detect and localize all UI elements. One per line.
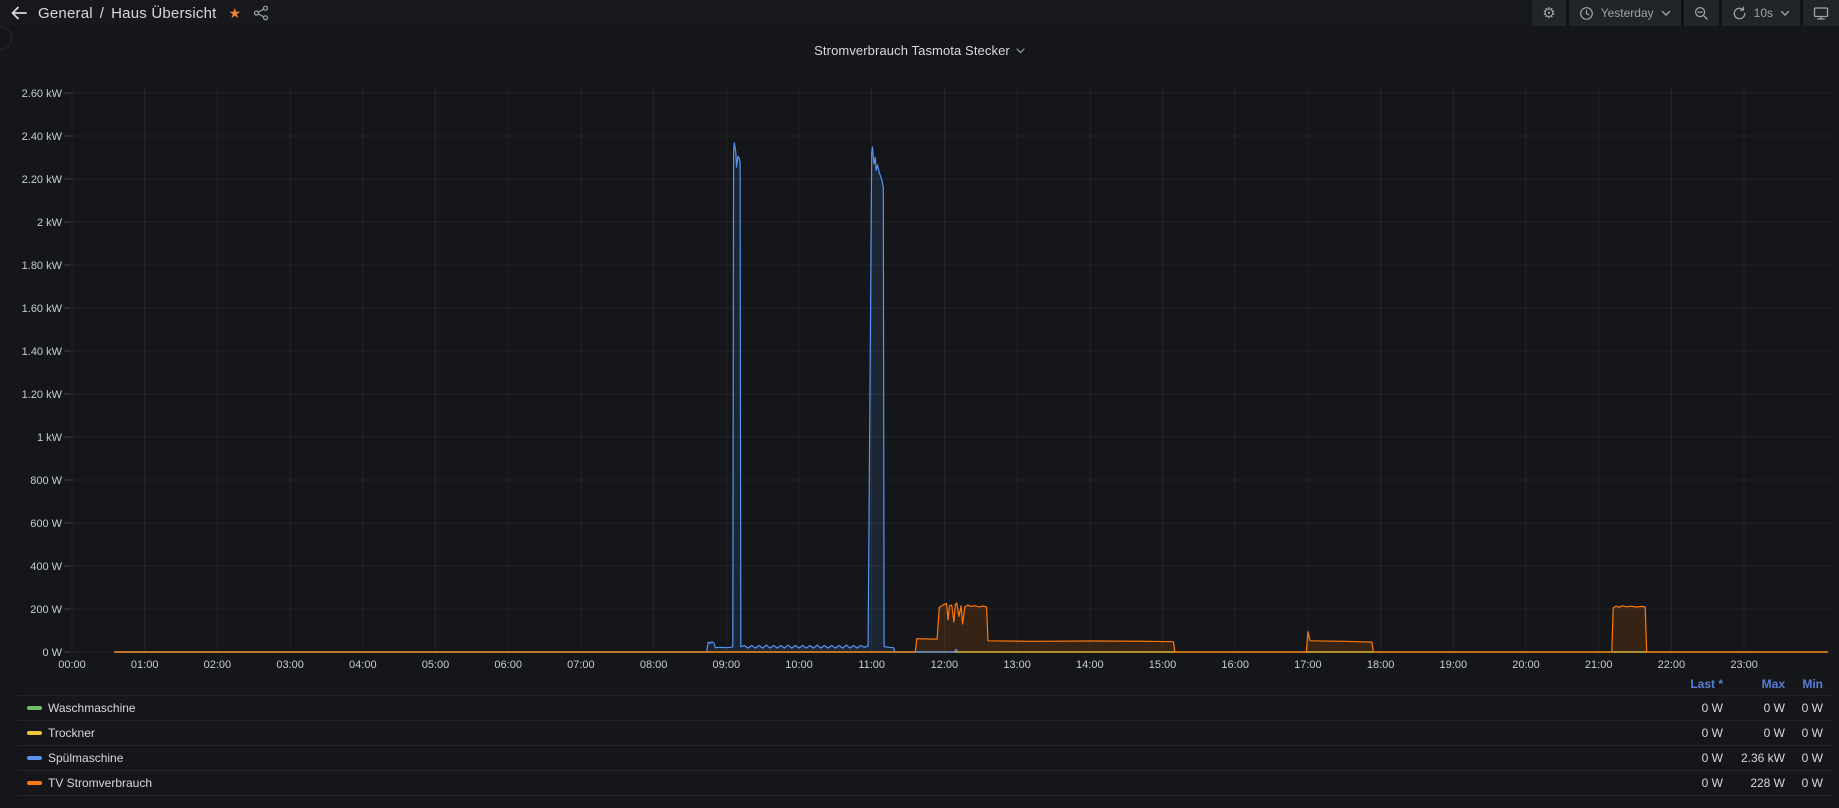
y-axis-tick-label: 1.20 kW [22,389,63,401]
legend-separator [18,795,1832,796]
x-axis-tick-label: 16:00 [1221,659,1249,671]
y-axis-tick-label: 2.20 kW [22,174,63,186]
legend-header-row: Last * Max Min [0,677,1839,693]
y-axis-tick-label: 2.40 kW [22,131,63,143]
legend-row-spuelmaschine: Spülmaschine 0 W 2.36 kW 0 W [0,746,1839,770]
x-axis-tick-label: 10:00 [785,659,813,671]
series-area-TV Stromverbrauch [114,603,1828,652]
x-axis-tick-label: 03:00 [276,659,304,671]
y-axis-tick-label: 600 W [30,518,62,530]
y-axis-tick-label: 0 W [42,647,62,659]
series-color-swatch[interactable] [27,706,42,710]
x-axis-tick-label: 09:00 [713,659,741,671]
x-axis-tick-label: 12:00 [931,659,959,671]
x-axis-tick-label: 01:00 [131,659,159,671]
x-axis-tick-label: 19:00 [1440,659,1468,671]
x-axis-tick-label: 22:00 [1658,659,1686,671]
x-axis-tick-label: 17:00 [1294,659,1322,671]
legend-header-min[interactable]: Min [1763,677,1823,691]
x-axis-tick-label: 18:00 [1367,659,1395,671]
y-axis-tick-label: 2 kW [37,217,63,229]
time-series-chart[interactable]: 00:00 01:00 02:00 03:00 04:00 05:00 06:00 07:00… [0,0,1839,676]
series-color-swatch[interactable] [27,781,42,785]
series-color-swatch[interactable] [27,731,42,735]
series-min-value: 0 W [1801,751,1823,765]
x-axis-tick-label: 21:00 [1585,659,1613,671]
x-axis-tick-label: 06:00 [494,659,522,671]
y-axis-tick-label: 400 W [30,561,62,573]
x-axis-tick-label: 14:00 [1076,659,1104,671]
series-area-Spülmaschine [114,142,959,652]
series-min-value: 0 W [1801,726,1823,740]
y-axis-tick-label: 200 W [30,604,62,616]
y-axis-tick-label: 1.60 kW [22,303,63,315]
series-min-value: 0 W [1801,701,1823,715]
series-name[interactable]: Trockner [48,726,95,740]
legend-row-waschmaschine: Waschmaschine 0 W 0 W 0 W [0,696,1839,720]
y-axis-tick-label: 1.40 kW [22,346,63,358]
x-axis-tick-label: 15:00 [1149,659,1177,671]
legend-row-trockner: Trockner 0 W 0 W 0 W [0,721,1839,745]
y-axis-tick-label: 1.80 kW [22,260,63,272]
x-axis-tick-label: 13:00 [1003,659,1031,671]
y-axis-tick-label: 1 kW [37,432,63,444]
series-line-Spülmaschine [114,142,959,653]
x-axis-tick-label: 11:00 [858,659,885,671]
x-axis-tick-label: 05:00 [422,659,450,671]
x-axis-tick-label: 00:00 [58,659,86,671]
series-name[interactable]: TV Stromverbrauch [48,776,152,790]
x-axis-tick-label: 07:00 [567,659,595,671]
x-axis-tick-label: 02:00 [204,659,232,671]
legend-row-tv-stromverbrauch: TV Stromverbrauch 0 W 228 W 0 W [0,771,1839,795]
grafana-dashboard: General / Haus Übersicht ★ ⚙ Yesterday 1… [0,0,1839,808]
series-name[interactable]: Spülmaschine [48,751,123,765]
y-axis-tick-label: 2.60 kW [22,88,63,100]
y-axis-tick-label: 800 W [30,475,62,487]
x-axis-tick-label: 04:00 [349,659,377,671]
x-axis-tick-label: 08:00 [640,659,668,671]
x-axis-tick-label: 20:00 [1512,659,1540,671]
series-min-value: 0 W [1801,776,1823,790]
series-color-swatch[interactable] [27,756,42,760]
x-axis-tick-label: 23:00 [1730,659,1758,671]
series-name[interactable]: Waschmaschine [48,701,136,715]
